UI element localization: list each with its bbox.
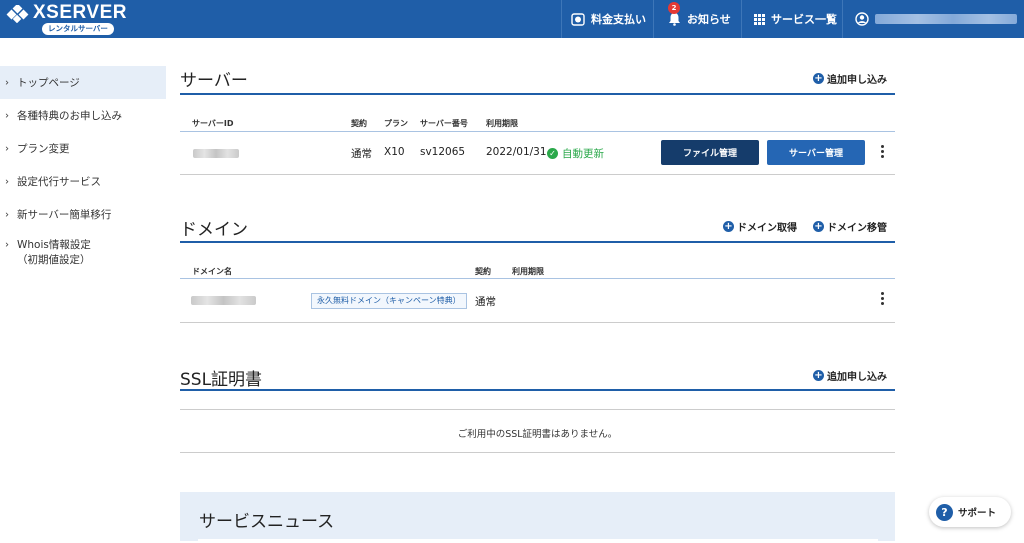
col-header-server-id: サーバーID xyxy=(192,119,234,128)
server-manager-button[interactable]: サーバー管理 xyxy=(767,140,865,165)
chevron-right-icon: › xyxy=(5,239,9,251)
support-button[interactable]: ? サポート xyxy=(929,497,1011,527)
sidebar-item-label: トップページ xyxy=(17,77,80,89)
domain-title-rule xyxy=(180,241,895,243)
ssl-empty-message: ご利用中のSSL証明書はありません。 xyxy=(457,429,618,440)
sidebar-item-benefits[interactable]: › 各種特典のお申し込み xyxy=(0,99,166,132)
sidebar-item-plan-change[interactable]: › プラン変更 xyxy=(0,132,166,165)
server-number: sv12065 xyxy=(420,146,466,158)
support-label: サポート xyxy=(958,508,997,519)
server-header-rule xyxy=(180,131,895,132)
top-header: XSERVER レンタルサーバー 料金支払い 2 お知らせ サービス一覧 xyxy=(0,0,1024,38)
ssl-title-rule xyxy=(180,389,895,391)
sidebar-item-label: 新サーバー簡単移行 xyxy=(17,209,112,221)
domain-section-title: ドメイン xyxy=(180,220,248,240)
ssl-add-link[interactable]: + 追加申し込み xyxy=(813,368,887,383)
server-id-redacted xyxy=(193,149,239,158)
server-more-menu-icon[interactable] xyxy=(879,145,885,161)
server-plan: X10 xyxy=(384,146,405,158)
sidebar: › トップページ › 各種特典のお申し込み › プラン変更 › 設定代行サービス… xyxy=(0,66,166,275)
service-news-panel: サービスニュース xyxy=(180,492,895,543)
nav-notice[interactable]: 2 お知らせ xyxy=(653,0,741,38)
domain-acquire-label: ドメイン取得 xyxy=(737,223,797,234)
domain-acquire-link[interactable]: + ドメイン取得 xyxy=(723,219,797,234)
col-header-domain-contract: 契約 xyxy=(475,267,491,276)
server-add-link[interactable]: + 追加申し込み xyxy=(813,71,887,86)
server-expiry: 2022/01/31 xyxy=(486,146,547,158)
sidebar-item-whois[interactable]: › Whois情報設定 （初期値設定） xyxy=(0,231,166,275)
nav-notice-label: お知らせ xyxy=(687,13,731,26)
free-domain-tag: 永久無料ドメイン（キャンペーン特典） xyxy=(311,293,467,309)
col-header-expiry: 利用期限 xyxy=(486,119,518,128)
col-header-domain-expiry: 利用期限 xyxy=(512,267,544,276)
nav-payment-label: 料金支払い xyxy=(591,13,646,26)
domain-transfer-link[interactable]: + ドメイン移管 xyxy=(813,219,887,234)
notice-badge: 2 xyxy=(668,2,680,14)
sidebar-item-label: 設定代行サービス xyxy=(17,176,101,188)
plus-circle-icon: + xyxy=(813,73,824,84)
whois-label: Whois情報設定 xyxy=(17,239,91,251)
nav-services[interactable]: サービス一覧 xyxy=(741,0,842,38)
grid-icon xyxy=(754,13,765,25)
logo-subtitle: レンタルサーバー xyxy=(42,23,114,35)
service-news-content xyxy=(198,539,878,543)
chevron-right-icon: › xyxy=(5,77,9,88)
nav-services-label: サービス一覧 xyxy=(771,13,837,26)
sidebar-item-label: Whois情報設定 （初期値設定） xyxy=(17,238,91,268)
chevron-right-icon: › xyxy=(5,176,9,187)
server-row-rule xyxy=(180,174,895,175)
server-title-rule xyxy=(180,93,895,95)
xserver-logo[interactable]: XSERVER レンタルサーバー xyxy=(6,2,131,36)
col-header-plan: プラン xyxy=(384,119,408,128)
col-header-server-number: サーバー番号 xyxy=(420,119,468,128)
auto-renew-label: 自動更新 xyxy=(562,148,604,160)
logo-text: XSERVER xyxy=(33,2,127,23)
sidebar-item-top[interactable]: › トップページ xyxy=(0,66,166,99)
plus-circle-icon: + xyxy=(813,221,824,232)
domain-header-rule xyxy=(180,278,895,279)
plus-circle-icon: + xyxy=(723,221,734,232)
server-contract: 通常 xyxy=(351,148,372,160)
col-header-contract: 契約 xyxy=(351,119,367,128)
ssl-bottom-rule xyxy=(180,452,895,453)
auto-renew-status: ✓ 自動更新 xyxy=(547,146,604,161)
domain-name-redacted xyxy=(191,296,256,305)
user-icon xyxy=(855,12,869,26)
whois-sublabel: （初期値設定） xyxy=(17,254,91,266)
sidebar-item-label: プラン変更 xyxy=(17,143,70,155)
domain-contract: 通常 xyxy=(475,296,496,308)
domain-transfer-label: ドメイン移管 xyxy=(827,223,887,234)
bell-icon xyxy=(669,13,680,26)
server-add-label: 追加申し込み xyxy=(827,75,887,86)
sidebar-item-setup-service[interactable]: › 設定代行サービス xyxy=(0,165,166,198)
chevron-right-icon: › xyxy=(5,209,9,220)
file-manager-button[interactable]: ファイル管理 xyxy=(661,140,759,165)
domain-row-rule xyxy=(180,322,895,323)
account-name-redacted xyxy=(875,14,1017,24)
ssl-header-rule xyxy=(180,409,895,410)
plus-circle-icon: + xyxy=(813,370,824,381)
question-circle-icon: ? xyxy=(936,503,953,521)
col-header-domain-name: ドメイン名 xyxy=(192,267,232,276)
sidebar-item-migration[interactable]: › 新サーバー簡単移行 xyxy=(0,198,166,231)
service-news-title: サービスニュース xyxy=(199,512,335,532)
logo-diamond-icon xyxy=(6,5,29,23)
payment-icon xyxy=(571,12,585,26)
ssl-section-title: SSL証明書 xyxy=(180,370,263,390)
domain-more-menu-icon[interactable] xyxy=(879,292,885,308)
check-circle-icon: ✓ xyxy=(547,148,558,159)
nav-account[interactable] xyxy=(842,0,1024,38)
ssl-add-label: 追加申し込み xyxy=(827,372,887,383)
sidebar-item-label: 各種特典のお申し込み xyxy=(17,110,122,122)
chevron-right-icon: › xyxy=(5,110,9,121)
server-section-title: サーバー xyxy=(180,71,248,91)
nav-payment[interactable]: 料金支払い xyxy=(561,0,653,38)
chevron-right-icon: › xyxy=(5,143,9,154)
